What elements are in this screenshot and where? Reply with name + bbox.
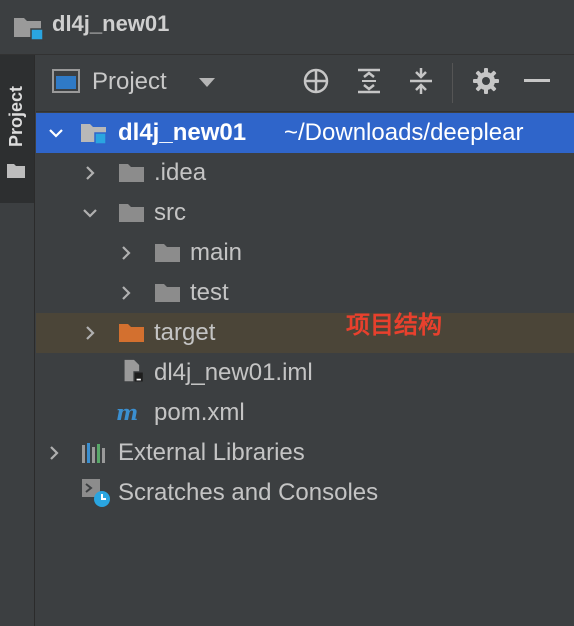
module-folder-icon (81, 124, 107, 145)
tree-root-row[interactable]: dl4j_new01 ~/Downloads/deeplear (36, 113, 574, 153)
module-file-icon (124, 359, 145, 383)
tool-window-strip: Project (0, 55, 35, 626)
tree-item-target[interactable]: target (36, 313, 574, 353)
toolbar-separator (452, 63, 453, 103)
project-tab-label: Project (6, 85, 26, 147)
maven-icon: m (116, 401, 138, 425)
module-folder-icon (14, 18, 44, 41)
tree-item-scratches[interactable]: Scratches and Consoles (36, 473, 574, 513)
target-icon[interactable] (302, 67, 330, 95)
tree-item-label: Scratches and Consoles (118, 479, 379, 506)
tree-item-label: test (190, 279, 229, 306)
tree-item-label: dl4j_new01.iml (154, 359, 313, 386)
collapse-all-icon[interactable] (408, 67, 434, 95)
chevron-right-icon[interactable] (46, 445, 62, 461)
folder-icon (119, 204, 144, 222)
tree-item-label: .idea (154, 159, 207, 186)
tree-item-test[interactable]: test (36, 273, 574, 313)
chevron-right-icon[interactable] (82, 165, 98, 181)
chevron-right-icon[interactable] (118, 285, 134, 301)
chevron-down-icon[interactable] (48, 125, 64, 141)
library-icon (82, 443, 105, 463)
tree-item-main[interactable]: main (36, 233, 574, 273)
tree-item-external-libraries[interactable]: External Libraries (36, 433, 574, 473)
chevron-right-icon[interactable] (82, 325, 98, 341)
chevron-down-icon[interactable] (82, 205, 98, 221)
tree-item-label: src (154, 199, 186, 226)
tree-item-idea[interactable]: .idea (36, 153, 574, 193)
scratches-icon (82, 479, 110, 507)
window-title-bar: dl4j_new01 (0, 0, 574, 55)
expand-all-icon[interactable] (356, 67, 382, 95)
tree-item-pom[interactable]: m pom.xml (36, 393, 574, 433)
root-module-path: ~/Downloads/deeplear (284, 119, 524, 146)
chevron-down-icon[interactable] (198, 77, 216, 89)
minimize-icon[interactable] (524, 79, 550, 83)
annotation-label: 项目结构 (346, 311, 442, 339)
tree-item-label: target (154, 319, 216, 346)
gear-icon[interactable] (472, 67, 500, 95)
tree-item-label: pom.xml (154, 399, 245, 426)
chevron-right-icon[interactable] (118, 245, 134, 261)
project-tool-tab[interactable]: Project (0, 55, 34, 203)
folder-icon (7, 164, 25, 178)
tree-item-iml[interactable]: dl4j_new01.iml (36, 353, 574, 393)
folder-icon (155, 244, 180, 262)
svg-text:m: m (116, 401, 138, 425)
folder-icon (155, 284, 180, 302)
excluded-folder-icon (119, 324, 144, 342)
folder-icon (119, 164, 144, 182)
root-module-name: dl4j_new01 (118, 119, 247, 146)
project-panel: Project dl4j_new01 ~/Downloads/deeplear … (36, 55, 574, 626)
tree-item-src[interactable]: src (36, 193, 574, 233)
view-selector-label[interactable]: Project (92, 68, 167, 96)
window-title: dl4j_new01 (52, 11, 170, 36)
project-view-icon (52, 69, 80, 93)
panel-toolbar: Project (36, 55, 574, 112)
tree-item-label: main (190, 239, 243, 266)
tree-item-label: External Libraries (118, 439, 305, 466)
